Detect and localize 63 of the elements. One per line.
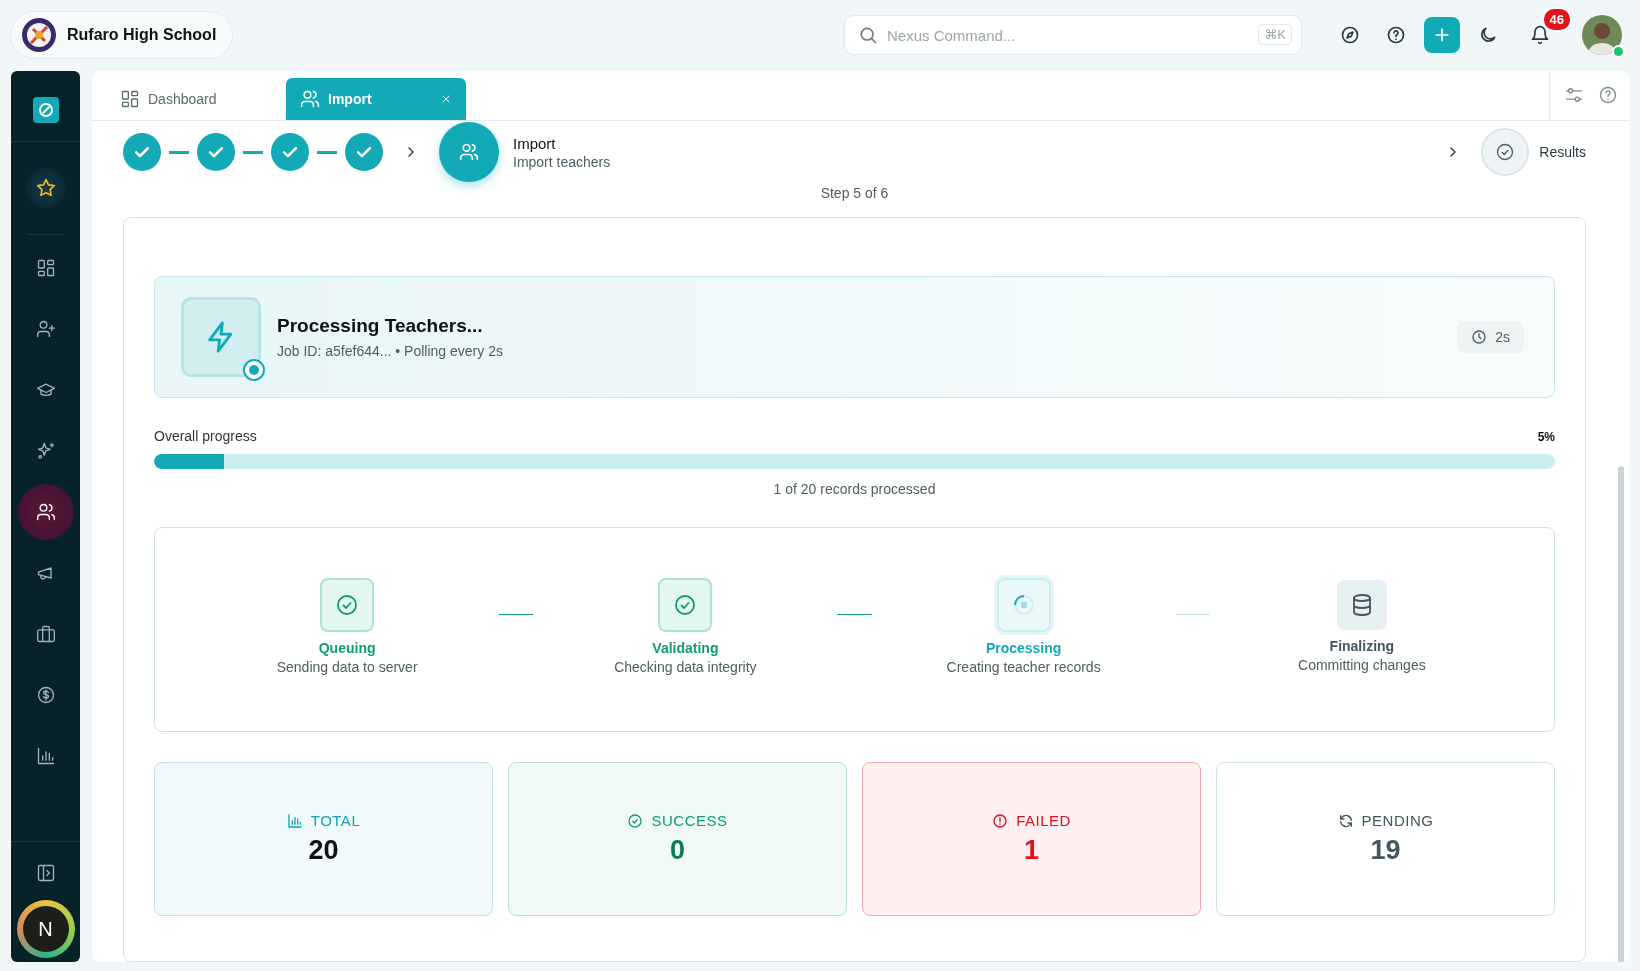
- elapsed-time: 2s: [1457, 321, 1524, 353]
- step-title: Results: [1539, 144, 1586, 160]
- help-icon[interactable]: [1598, 85, 1618, 105]
- grid-icon: [35, 258, 56, 278]
- job-title: Processing Teachers...: [277, 315, 484, 337]
- refresh-icon: [1337, 812, 1354, 829]
- progress-label: Overall progress: [154, 428, 257, 444]
- favorites-button[interactable]: [25, 168, 66, 208]
- stat-label: SUCCESS: [651, 812, 728, 829]
- user-menu-avatar[interactable]: N: [16, 900, 75, 958]
- stat-value: 0: [670, 835, 685, 866]
- notification-count: 46: [1541, 7, 1572, 32]
- school-crest-icon: [21, 17, 57, 53]
- star-icon: [35, 178, 56, 198]
- users-icon: [35, 502, 56, 522]
- school-switcher[interactable]: Rufaro High School: [10, 11, 234, 59]
- stat-value: 20: [308, 835, 339, 866]
- compass-icon: [1340, 25, 1360, 45]
- briefcase-icon: [35, 624, 56, 644]
- step-title: Import: [513, 134, 557, 152]
- scrollbar[interactable]: [1618, 466, 1624, 962]
- records-processed-caption: 1 of 20 records processed: [773, 481, 936, 497]
- settings-icon[interactable]: [1564, 85, 1584, 105]
- user-plus-icon: [35, 319, 56, 339]
- phase-description: Sending data to server: [276, 659, 418, 675]
- check-circle-icon: [1495, 142, 1516, 162]
- phase-name: Validating: [652, 640, 719, 656]
- close-icon[interactable]: [440, 93, 452, 105]
- stat-value: 1: [1024, 835, 1039, 866]
- alert-icon: [992, 812, 1009, 829]
- phase-description: Creating teacher records: [946, 659, 1101, 675]
- tab[interactable]: Dashboard: [106, 78, 286, 120]
- keyboard-shortcut: ⌘K: [1258, 24, 1292, 45]
- moon-icon: [1478, 25, 1498, 45]
- bar-chart-icon: [286, 812, 303, 829]
- phase-description: Checking data integrity: [614, 659, 757, 675]
- job-details: Job ID: a5fef644... • Polling every 2s: [277, 343, 503, 359]
- dollar-icon: [35, 685, 56, 705]
- sidebar-toggle-icon: [35, 862, 56, 883]
- stat-label: FAILED: [1016, 812, 1071, 829]
- stat-label: PENDING: [1361, 812, 1434, 829]
- step-counter: Step 5 of 6: [820, 185, 889, 201]
- users-icon: [459, 142, 479, 162]
- phase-name: Queuing: [318, 640, 376, 656]
- add-button[interactable]: [1424, 17, 1460, 53]
- step-subtitle: Import teachers: [513, 153, 611, 170]
- clock-icon: [1471, 329, 1488, 345]
- search-icon: [858, 25, 878, 45]
- bar-chart-icon: [35, 746, 56, 766]
- user-avatar[interactable]: [1582, 15, 1622, 55]
- phase-name: Finalizing: [1329, 638, 1395, 654]
- phase-description: Committing changes: [1298, 657, 1426, 673]
- check-circle-icon: [627, 812, 644, 829]
- stat-label: TOTAL: [310, 812, 361, 829]
- phase-name: Processing: [985, 640, 1062, 656]
- stat-value: 19: [1370, 835, 1401, 866]
- bell-icon: [1530, 25, 1550, 45]
- grid-icon: [120, 89, 140, 109]
- help-icon: [1386, 25, 1406, 45]
- sparkles-icon: [35, 441, 56, 461]
- users-icon: [300, 89, 320, 109]
- progress-percent: 5%: [1537, 430, 1555, 444]
- app-logo[interactable]: [32, 97, 59, 123]
